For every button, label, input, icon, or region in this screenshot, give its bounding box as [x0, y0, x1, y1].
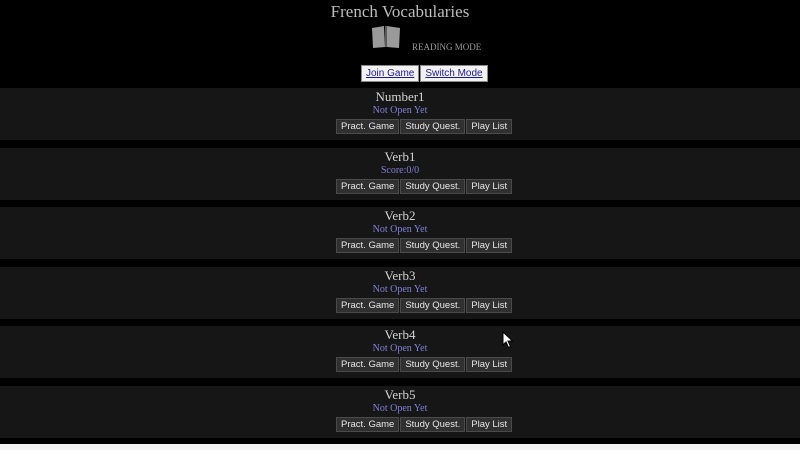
study-quest-button[interactable]: Study Quest. [400, 416, 466, 432]
section-button-bar: Pract. Game Study Quest. Play List [336, 297, 513, 313]
page: French Vocabularies READING MODE Join Ga… [0, 0, 800, 444]
play-list-button[interactable]: Play List [466, 416, 513, 432]
section-status: Not Open Yet [372, 283, 428, 295]
practice-game-button[interactable]: Pract. Game [336, 416, 400, 432]
play-list-button[interactable]: Play List [466, 119, 513, 134]
section-list: Number1 Not Open Yet Pract. Game Study Q… [0, 88, 800, 446]
study-quest-button[interactable]: Study Quest. [400, 297, 466, 313]
section-item: Verb5 Not Open Yet Pract. Game Study Que… [0, 385, 800, 438]
practice-game-button[interactable]: Pract. Game [336, 238, 400, 254]
study-quest-button[interactable]: Study Quest. [400, 357, 466, 373]
section-status: Not Open Yet [372, 224, 428, 236]
practice-game-button[interactable]: Pract. Game [336, 297, 400, 313]
play-list-button[interactable]: Play List [466, 178, 513, 194]
study-quest-button[interactable]: Study Quest. [400, 178, 466, 194]
section-name: Verb4 [384, 327, 416, 343]
section-item: Verb1 Score:0/0 Pract. Game Study Quest.… [0, 147, 800, 200]
play-list-button[interactable]: Play List [466, 357, 513, 373]
play-list-button[interactable]: Play List [466, 238, 513, 254]
header: French Vocabularies READING MODE Join Ga… [0, 0, 800, 88]
section-status: Score:0/0 [380, 164, 420, 176]
section-name: Number1 [375, 89, 425, 104]
section-item: Verb2 Not Open Yet Pract. Game Study Que… [0, 207, 800, 260]
mode-label: READING MODE [412, 42, 482, 52]
section-name: Verb2 [384, 208, 416, 224]
section-button-bar: Pract. Game Study Quest. Play List [336, 119, 513, 134]
section-status: Not Open Yet [372, 105, 428, 116]
section-status: Not Open Yet [372, 402, 428, 414]
switch-mode-button[interactable]: Switch Mode [420, 65, 488, 82]
bottom-strip [0, 444, 800, 450]
app-title: French Vocabularies [330, 2, 470, 21]
study-quest-button[interactable]: Study Quest. [400, 119, 466, 134]
practice-game-button[interactable]: Pract. Game [336, 178, 400, 194]
mouse-cursor-icon [502, 331, 514, 349]
section-status: Not Open Yet [372, 343, 428, 355]
section-name: Verb3 [384, 267, 416, 283]
section-name: Verb5 [384, 386, 416, 402]
practice-game-button[interactable]: Pract. Game [336, 119, 400, 134]
section-button-bar: Pract. Game Study Quest. Play List [336, 357, 513, 373]
section-name: Verb1 [384, 148, 416, 164]
section-button-bar: Pract. Game Study Quest. Play List [336, 416, 513, 432]
section-item: Verb4 Not Open Yet Pract. Game Study Que… [0, 326, 800, 379]
header-button-bar: Join Game Switch Mode [361, 65, 488, 82]
section-item: Verb3 Not Open Yet Pract. Game Study Que… [0, 266, 800, 319]
section-button-bar: Pract. Game Study Quest. Play List [336, 238, 513, 254]
section-button-bar: Pract. Game Study Quest. Play List [336, 178, 513, 194]
practice-game-button[interactable]: Pract. Game [336, 357, 400, 373]
play-list-button[interactable]: Play List [466, 297, 513, 313]
join-game-button[interactable]: Join Game [361, 65, 420, 82]
open-book-icon [372, 26, 400, 48]
section-item: Number1 Not Open Yet Pract. Game Study Q… [0, 88, 800, 140]
study-quest-button[interactable]: Study Quest. [400, 238, 466, 254]
